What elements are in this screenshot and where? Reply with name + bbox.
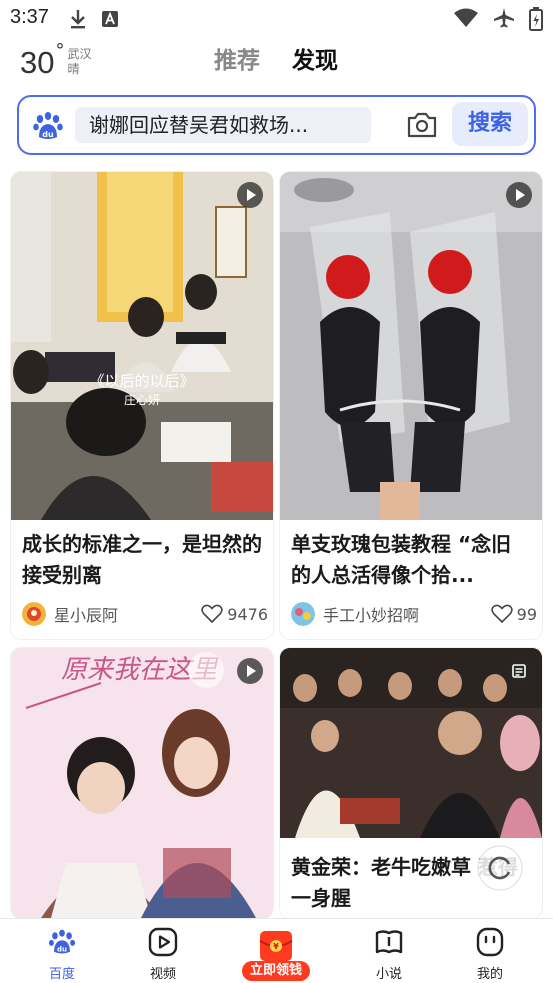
nav-label: 小说 [375, 967, 402, 982]
bottom-nav: du 百度 视频 ¥ 立即领钱 小说 我的 [0, 918, 553, 983]
heart-icon [490, 604, 513, 624]
card-1-thumbnail: 《以后的以后》 庄心妍 [11, 172, 273, 520]
nav-baidu[interactable]: du 百度 [22, 927, 102, 982]
article-icon [506, 658, 532, 684]
card-3-thumbnail: 原来我在这里 [11, 648, 273, 918]
search-button[interactable]: 搜索 [452, 102, 528, 146]
feed-card-3[interactable]: 原来我在这里 [11, 648, 273, 918]
download-icon [71, 10, 85, 29]
status-left-icons [68, 8, 120, 30]
nav-label: 百度 [48, 967, 75, 982]
red-envelope-icon: ¥ [259, 931, 293, 961]
nav-novel[interactable]: 小说 [349, 927, 429, 982]
promo-label: 立即领钱 [242, 961, 310, 981]
tab-recommend[interactable]: 推荐 [214, 46, 260, 76]
card-1-meta: 星小辰阿 9476 [22, 601, 268, 627]
tab-discover[interactable]: 发现 [292, 46, 338, 76]
search-bar: du 谢娜回应替吴君如救场... 搜索 [17, 95, 536, 155]
status-bar: 3:37 [0, 0, 553, 38]
nav-video[interactable]: 视频 [123, 927, 203, 982]
card-2-thumbnail [280, 172, 542, 520]
search-input[interactable]: 谢娜回应替吴君如救场... [75, 107, 371, 143]
refresh-icon[interactable] [476, 844, 524, 892]
card-4-thumbnail [280, 648, 542, 838]
nav-label: 视频 [149, 967, 176, 982]
svg-text:¥: ¥ [273, 942, 279, 951]
card-1-title: 成长的标准之一，是坦然的接受别离 [22, 532, 262, 587]
card-1-overlay-artist: 庄心妍 [124, 392, 160, 407]
play-icon [237, 658, 263, 684]
card-2-meta: 手工小妙招啊 99 [291, 601, 537, 627]
weather-city: 武汉 [67, 47, 92, 61]
weather-widget[interactable]: 30 ° 武汉 晴 [20, 40, 92, 82]
nav-promo[interactable]: ¥ 立即领钱 [242, 929, 310, 981]
baidu-paw-icon: du [48, 929, 76, 954]
card-1-author[interactable]: 星小辰阿 [54, 602, 201, 626]
heart-icon [201, 604, 223, 624]
temperature: 30 [20, 45, 55, 80]
camera-icon[interactable] [405, 109, 439, 141]
avatar[interactable] [22, 602, 46, 626]
degree-symbol: ° [55, 40, 65, 61]
profile-face-icon [476, 927, 504, 957]
book-icon [375, 930, 403, 954]
nav-profile[interactable]: 我的 [450, 927, 530, 982]
like-button[interactable]: 9476 [201, 604, 268, 624]
wifi-icon [454, 8, 478, 27]
svg-text:du: du [57, 945, 67, 954]
weather-condition: 晴 [67, 62, 80, 76]
battery-icon [529, 7, 543, 31]
svg-text:du: du [42, 130, 54, 139]
feed-tabs: 推荐 发现 [214, 46, 338, 76]
status-time: 3:37 [10, 6, 49, 28]
like-button[interactable]: 99 [490, 604, 537, 624]
video-play-icon [148, 927, 178, 957]
card-2-title: 单支玫瑰包装教程 “念旧的人总活得像个拾... [291, 532, 512, 587]
like-count: 9476 [227, 604, 268, 624]
airplane-icon [494, 8, 514, 28]
card-1-overlay-title: 《以后的以后》 [89, 372, 194, 390]
nav-label: 我的 [476, 967, 503, 982]
status-right-icons [453, 7, 543, 31]
play-icon [237, 182, 263, 208]
feed-card-2[interactable]: 单支玫瑰包装教程 “念旧的人总活得像个拾... 手工小妙招啊 99 [280, 172, 542, 639]
card-2-author[interactable]: 手工小妙招啊 [323, 602, 491, 626]
avatar[interactable] [291, 602, 315, 626]
like-count: 99 [516, 604, 537, 624]
feed-card-4[interactable]: 黄金荣：老牛吃嫩草 惹得一身腥 [280, 648, 542, 918]
play-icon [506, 182, 532, 208]
font-a-icon [102, 11, 118, 27]
feed-card-1[interactable]: 《以后的以后》 庄心妍 成长的标准之一，是坦然的接受别离 星小辰阿 9476 [11, 172, 273, 639]
baidu-paw-icon: du [33, 112, 63, 139]
